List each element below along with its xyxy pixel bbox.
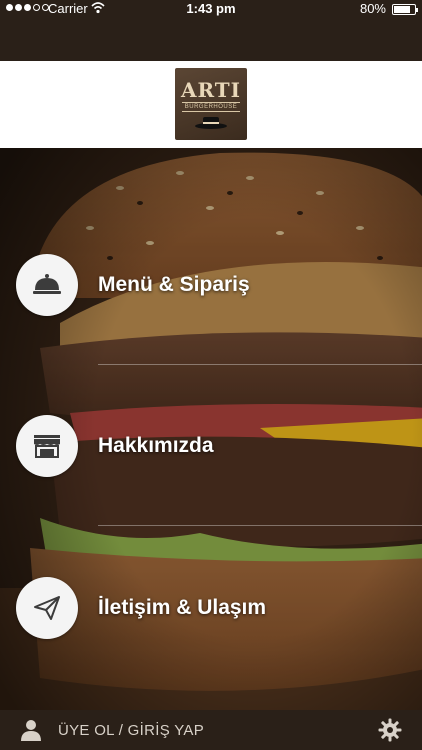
- hat-icon: [195, 116, 227, 129]
- bottom-bar: ÜYE OL / GİRİŞ YAP: [0, 710, 422, 750]
- gear-icon[interactable]: [378, 718, 402, 742]
- logo-header: ARTI BURGERHOUSE: [0, 61, 422, 148]
- battery-percent: 80%: [359, 1, 386, 16]
- menu-about-label: Hakkımızda: [98, 434, 214, 457]
- status-bar: Carrier 1:43 pm 80%: [0, 0, 422, 20]
- store-icon: [16, 415, 78, 477]
- cloche-icon: [16, 254, 78, 316]
- menu-order-item[interactable]: Menü & Sipariş: [0, 254, 422, 316]
- brand-logo: ARTI BURGERHOUSE: [175, 68, 247, 140]
- clock: 1:43 pm: [186, 1, 236, 16]
- login-register-link[interactable]: ÜYE OL / GİRİŞ YAP: [58, 722, 204, 739]
- user-icon[interactable]: [20, 719, 42, 741]
- divider: [98, 364, 422, 365]
- menu-contact-label: İletişim & Ulaşım: [98, 596, 267, 619]
- paper-plane-icon: [16, 577, 78, 639]
- battery-icon: [392, 4, 418, 15]
- navigation-bar: [0, 20, 422, 61]
- menu-contact-item[interactable]: İletişim & Ulaşım: [0, 577, 422, 639]
- divider: [98, 525, 422, 526]
- menu-about-item[interactable]: Hakkımızda: [0, 415, 422, 477]
- menu-order-label: Menü & Sipariş: [98, 273, 250, 296]
- hero-image: Menü & Sipariş Hakkımızda İletişim & Ula…: [0, 148, 422, 710]
